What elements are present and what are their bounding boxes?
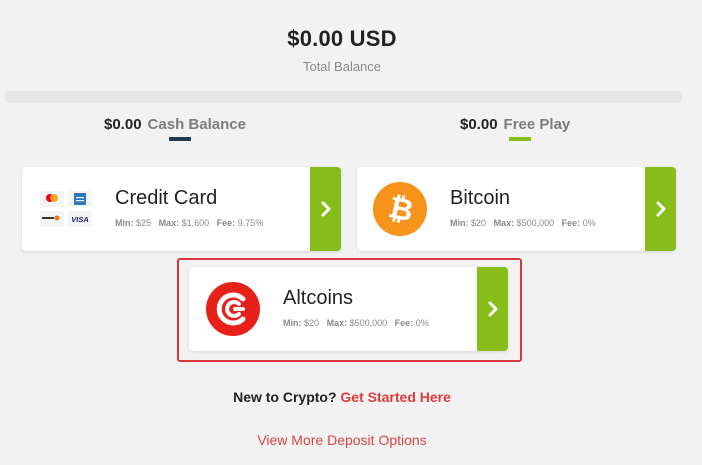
- credit-card-method-card[interactable]: VISA Credit Card Min: $25 Max: $1,600 Fe…: [22, 167, 341, 251]
- max-value: $1,600: [181, 218, 210, 228]
- altcoins-go-button[interactable]: [477, 267, 508, 351]
- max-value: $500,000: [516, 218, 555, 228]
- min-value: $25: [136, 218, 152, 228]
- bitcoin-go-button[interactable]: [645, 167, 676, 251]
- altcoins-limits: Min: $20 Max: $500,000 Fee: 0%: [283, 318, 434, 328]
- bitcoin-method-card[interactable]: ₿ Bitcoin Min: $20 Max: $500,000 Fee: 0%: [357, 167, 676, 251]
- svg-text:VISA: VISA: [71, 215, 89, 224]
- credit-card-limits: Min: $25 Max: $1,600 Fee: 9.75%: [115, 218, 268, 228]
- free-play-amount: $0.00: [460, 116, 498, 133]
- free-play-label: Free Play: [503, 116, 571, 133]
- max-value: $500,000: [349, 318, 388, 328]
- min-label: Min:: [115, 218, 134, 228]
- fee-label: Fee:: [216, 218, 236, 228]
- credit-card-title: Credit Card: [115, 187, 218, 209]
- min-value: $20: [304, 318, 320, 328]
- chevron-right-icon: [488, 301, 497, 317]
- total-balance-amount: $0.00 USD: [287, 26, 397, 51]
- new-to-crypto-line: New to Crypto? Get Started Here: [0, 389, 684, 405]
- cash-balance-amount: $0.00: [104, 116, 142, 133]
- credit-card-go-button[interactable]: [310, 167, 341, 251]
- altcoins-title: Altcoins: [283, 287, 354, 309]
- balance-divider: [4, 91, 682, 103]
- total-balance-label: Total Balance: [302, 59, 382, 74]
- chevron-right-icon: [656, 201, 665, 217]
- fee-value: 0%: [582, 218, 596, 228]
- fee-value: 9.75%: [237, 218, 264, 228]
- mastercard-icon: [40, 191, 64, 207]
- cash-balance-underline: [169, 137, 191, 141]
- discover-icon: [40, 211, 64, 227]
- min-label: Min:: [283, 318, 302, 328]
- fee-value: 0%: [415, 318, 429, 328]
- visa-icon: VISA: [68, 211, 92, 227]
- amex-icon: [68, 191, 92, 207]
- free-play-underline: [509, 137, 531, 141]
- credit-card-logos-icon: VISA: [38, 189, 94, 229]
- free-play-balance[interactable]: $0.00 Free Play: [460, 116, 570, 133]
- new-to-crypto-text: New to Crypto?: [233, 389, 337, 405]
- bitcoin-limits: Min: $20 Max: $500,000 Fee: 0%: [450, 218, 601, 228]
- get-started-link[interactable]: Get Started Here: [340, 389, 450, 405]
- cash-balance[interactable]: $0.00 Cash Balance: [104, 116, 246, 133]
- altcoins-icon: [206, 282, 260, 336]
- altcoins-method-card[interactable]: Altcoins Min: $20 Max: $500,000 Fee: 0%: [189, 267, 508, 351]
- min-label: Min:: [450, 218, 469, 228]
- min-value: $20: [471, 218, 487, 228]
- bitcoin-title: Bitcoin: [450, 187, 511, 209]
- fee-label: Fee:: [394, 318, 414, 328]
- max-label: Max:: [158, 218, 180, 228]
- chevron-right-icon: [321, 201, 330, 217]
- max-label: Max:: [326, 318, 348, 328]
- cash-balance-label: Cash Balance: [147, 116, 246, 133]
- fee-label: Fee:: [561, 218, 581, 228]
- view-more-deposit-options-link[interactable]: View More Deposit Options: [0, 432, 684, 448]
- max-label: Max:: [493, 218, 515, 228]
- bitcoin-icon: ₿: [373, 182, 427, 236]
